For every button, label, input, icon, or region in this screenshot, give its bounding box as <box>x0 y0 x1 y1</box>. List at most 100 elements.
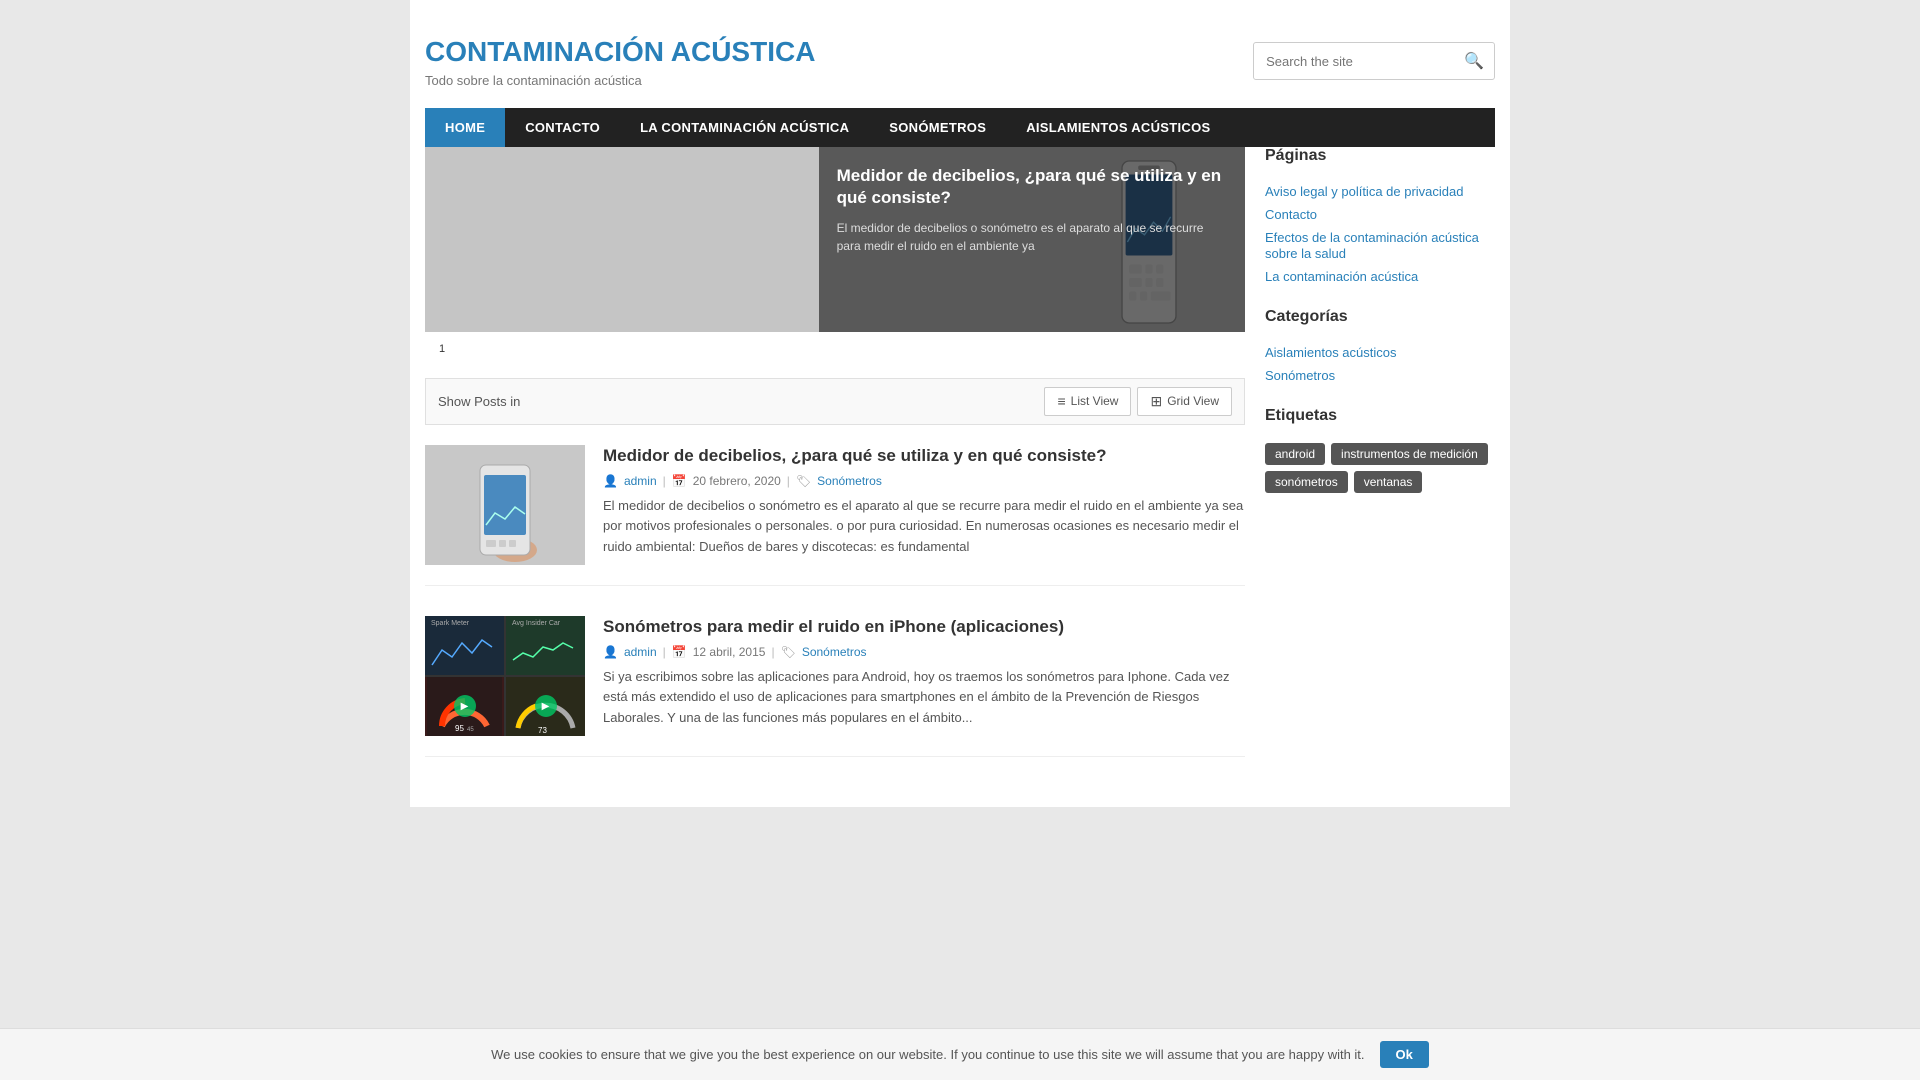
thumb-chart-1: Spark Meter <box>427 616 502 675</box>
sidebar-category-link-1[interactable]: Aislamientos acústicos <box>1265 345 1397 360</box>
post-category-1[interactable]: Sonómetros <box>817 474 882 488</box>
date-icon-2: 📅 <box>672 645 687 659</box>
svg-text:73: 73 <box>538 726 547 735</box>
list-view-label: List View <box>1071 394 1119 408</box>
post-thumb-image-1 <box>425 445 585 565</box>
list-icon: ≡ <box>1057 393 1065 409</box>
tag-android[interactable]: android <box>1265 443 1325 465</box>
post-item-2: Spark Meter Avg Insider Car <box>425 616 1245 757</box>
site-branding: CONTAMINACIÓN ACÚSTICA Todo sobre la con… <box>425 35 815 88</box>
slider-dot-2[interactable]: 2 <box>457 340 475 358</box>
sidebar: Páginas Aviso legal y política de privac… <box>1265 147 1495 787</box>
post-title-1: Medidor de decibelios, ¿para qué se util… <box>603 445 1245 467</box>
cookie-message: We use cookies to ensure that we give yo… <box>491 1047 1364 1062</box>
thumb-chart-2: Avg Insider Car <box>508 616 583 675</box>
sidebar-page-item-4: La contaminación acústica <box>1265 268 1495 284</box>
post-body-2: Sonómetros para medir el ruido en iPhone… <box>603 616 1245 736</box>
post-item-1: Medidor de decibelios, ¿para qué se util… <box>425 445 1245 586</box>
list-view-button[interactable]: ≡ List View <box>1044 387 1131 416</box>
sidebar-pages-list: Aviso legal y política de privacidad Con… <box>1265 183 1495 284</box>
post-author-1[interactable]: admin <box>624 474 657 488</box>
sidebar-tags-list: android instrumentos de medición sonómet… <box>1265 443 1495 493</box>
site-header: CONTAMINACIÓN ACÚSTICA Todo sobre la con… <box>425 20 1495 108</box>
site-title: CONTAMINACIÓN ACÚSTICA <box>425 35 815 69</box>
slider-dot-1[interactable]: 1 <box>433 340 451 358</box>
sidebar-page-link-4[interactable]: La contaminación acústica <box>1265 269 1418 284</box>
sidebar-page-item-3: Efectos de la contaminación acústica sob… <box>1265 229 1495 261</box>
tag-sonometros[interactable]: sonómetros <box>1265 471 1348 493</box>
main-content: Medidor de decibelios, ¿para qué se util… <box>425 147 1245 787</box>
nav-item-contacto[interactable]: CONTACTO <box>505 108 620 147</box>
post-category-2[interactable]: Sonómetros <box>802 645 867 659</box>
tag-ventanas[interactable]: ventanas <box>1354 471 1423 493</box>
post-excerpt-2: Si ya escribimos sobre las aplicaciones … <box>603 667 1245 729</box>
sidebar-tags-title: Etiquetas <box>1265 407 1495 431</box>
sidebar-categories-list: Aislamientos acústicos Sonómetros <box>1265 344 1495 383</box>
sidebar-categories-section: Categorías Aislamientos acústicos Sonóme… <box>1265 308 1495 383</box>
post-date-1: 20 febrero, 2020 <box>693 474 781 488</box>
post-title-link-2[interactable]: Sonómetros para medir el ruido en iPhone… <box>603 617 1064 636</box>
sidebar-category-link-2[interactable]: Sonómetros <box>1265 368 1335 383</box>
sidebar-category-item-1: Aislamientos acústicos <box>1265 344 1495 360</box>
slider-overlay: Medidor de decibelios, ¿para qué se util… <box>819 147 1245 332</box>
play-button-3[interactable]: ▶ <box>454 695 476 717</box>
sidebar-pages-section: Páginas Aviso legal y política de privac… <box>1265 147 1495 284</box>
svg-text:45: 45 <box>467 727 474 733</box>
thumb-cell-2: Avg Insider Car <box>506 616 585 675</box>
sidebar-pages-title: Páginas <box>1265 147 1495 171</box>
sidebar-page-item-1: Aviso legal y política de privacidad <box>1265 183 1495 199</box>
post-title-link-1[interactable]: Medidor de decibelios, ¿para qué se util… <box>603 446 1107 465</box>
view-buttons: ≡ List View ⊞ Grid View <box>1044 387 1232 416</box>
tag-icon-1: 🏷 <box>796 474 811 488</box>
grid-view-label: Grid View <box>1167 394 1219 408</box>
sidebar-category-item-2: Sonómetros <box>1265 367 1495 383</box>
cookie-ok-button[interactable]: Ok <box>1380 1041 1429 1068</box>
post-date-2: 12 abril, 2015 <box>693 645 766 659</box>
slider-description: El medidor de decibelios o sonómetro es … <box>837 219 1227 255</box>
thumb-cell-3: 95 45 ▶ <box>425 677 504 736</box>
sidebar-page-link-1[interactable]: Aviso legal y política de privacidad <box>1265 184 1464 199</box>
main-nav: HOME CONTACTO LA CONTAMINACIÓN ACÚSTICA … <box>425 108 1495 147</box>
grid-view-button[interactable]: ⊞ Grid View <box>1137 387 1232 416</box>
post-thumb-grid-2: Spark Meter Avg Insider Car <box>425 616 585 736</box>
post-author-2[interactable]: admin <box>624 645 657 659</box>
date-icon-1: 📅 <box>672 474 687 488</box>
site-tagline: Todo sobre la contaminación acústica <box>425 73 815 88</box>
slider-dot-3[interactable]: 3 <box>481 340 499 358</box>
search-button[interactable]: 🔍 <box>1454 43 1494 79</box>
svg-text:Avg Insider Car: Avg Insider Car <box>512 620 561 627</box>
search-form[interactable]: 🔍 <box>1253 42 1495 80</box>
sidebar-page-link-3[interactable]: Efectos de la contaminación acústica sob… <box>1265 230 1479 261</box>
tag-instrumentos[interactable]: instrumentos de medición <box>1331 443 1488 465</box>
post-excerpt-1: El medidor de decibelios o sonómetro es … <box>603 496 1245 558</box>
post-title-2: Sonómetros para medir el ruido en iPhone… <box>603 616 1245 638</box>
thumb-cell-4: 73 ▶ <box>506 677 585 736</box>
cookie-banner: We use cookies to ensure that we give yo… <box>0 1028 1920 1080</box>
play-button-4[interactable]: ▶ <box>535 695 557 717</box>
post-body-1: Medidor de decibelios, ¿para qué se util… <box>603 445 1245 565</box>
post-meta-2: 👤 admin | 📅 12 abril, 2015 | 🏷 Sonómetro… <box>603 645 1245 659</box>
tag-icon-2: 🏷 <box>781 645 796 659</box>
view-controls: Show Posts in ≡ List View ⊞ Grid View <box>425 378 1245 425</box>
post-meta-1: 👤 admin | 📅 20 febrero, 2020 | 🏷 Sonómet… <box>603 474 1245 488</box>
nav-item-home[interactable]: HOME <box>425 108 505 147</box>
search-input[interactable] <box>1254 46 1454 77</box>
sidebar-tags-section: Etiquetas android instrumentos de medici… <box>1265 407 1495 493</box>
svg-text:95: 95 <box>455 724 464 733</box>
slider-image: Medidor de decibelios, ¿para qué se util… <box>425 147 1245 332</box>
thumb-cell-1: Spark Meter <box>425 616 504 675</box>
post-thumbnail-2: Spark Meter Avg Insider Car <box>425 616 585 736</box>
nav-item-sonometros[interactable]: SONÓMETROS <box>869 108 1006 147</box>
author-icon-1: 👤 <box>603 474 618 488</box>
sidebar-page-item-2: Contacto <box>1265 206 1495 222</box>
sidebar-page-link-2[interactable]: Contacto <box>1265 207 1317 222</box>
nav-item-aislamientos[interactable]: AISLAMIENTOS ACÚSTICOS <box>1006 108 1230 147</box>
slider-dots: 1 2 3 <box>425 332 1245 358</box>
nav-item-contaminacion[interactable]: LA CONTAMINACIÓN ACÚSTICA <box>620 108 869 147</box>
show-posts-label: Show Posts in <box>438 394 520 409</box>
slider-title: Medidor de decibelios, ¿para qué se util… <box>837 165 1227 209</box>
sidebar-categories-title: Categorías <box>1265 308 1495 332</box>
svg-text:Spark Meter: Spark Meter <box>431 620 470 627</box>
author-icon-2: 👤 <box>603 645 618 659</box>
hero-slider: Medidor de decibelios, ¿para qué se util… <box>425 147 1245 358</box>
